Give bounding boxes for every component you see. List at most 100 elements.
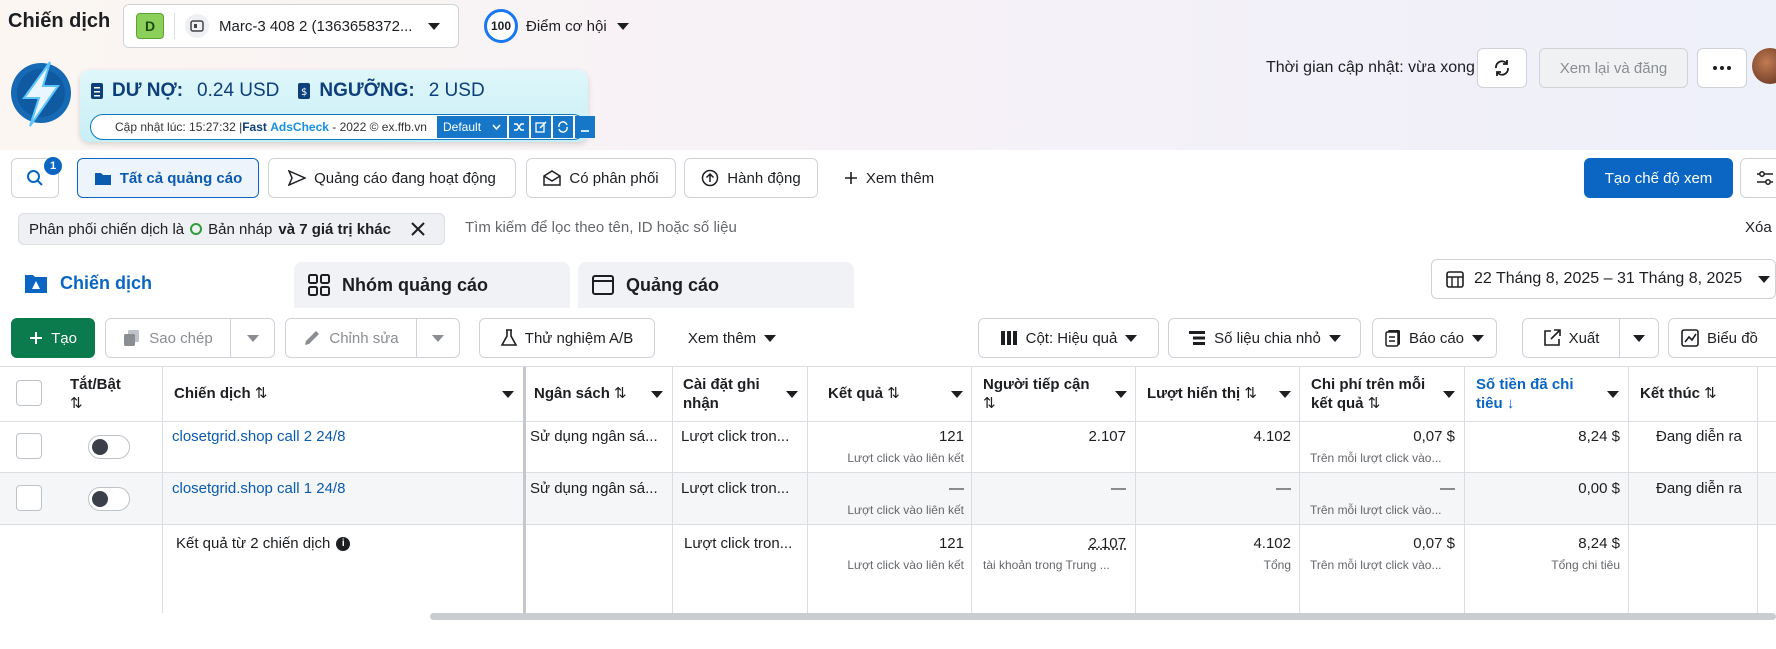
- account-selector[interactable]: D Marc-3 408 2 (1363658372...: [123, 4, 459, 48]
- filter-all-ads[interactable]: Tất cả quảng cáo: [77, 158, 259, 198]
- tab-ads[interactable]: Quảng cáo: [578, 262, 854, 308]
- header-results[interactable]: Kết quả ⇅: [820, 367, 950, 421]
- view-settings-button[interactable]: [1740, 158, 1776, 198]
- filter-more[interactable]: Xem thêm: [834, 158, 944, 198]
- header-impressions[interactable]: Lượt hiển thị ⇅: [1139, 367, 1279, 421]
- clear-filters-link[interactable]: Xóa: [1745, 219, 1772, 236]
- edit-icon[interactable]: [531, 116, 551, 138]
- chevron-down-icon: [1633, 334, 1645, 342]
- export-button[interactable]: Xuất: [1522, 318, 1620, 358]
- breakdown-label: Số liệu chia nhỏ: [1214, 329, 1321, 347]
- shuffle-icon[interactable]: [509, 116, 529, 138]
- reports-button[interactable]: Báo cáo: [1372, 318, 1497, 358]
- cpr-sub: Trên mỗi lượt click vào...: [1310, 503, 1442, 517]
- horizontal-scrollbar[interactable]: [430, 613, 1776, 620]
- header-amount-spent[interactable]: Số tiền đã chi tiêu ↓: [1468, 367, 1598, 421]
- chevron-down-icon[interactable]: [786, 391, 798, 398]
- edit-dropdown[interactable]: [416, 318, 460, 358]
- review-publish-button[interactable]: Xem lại và đăng: [1539, 48, 1688, 88]
- chevron-down-icon[interactable]: [651, 391, 663, 398]
- copy-dropdown[interactable]: [230, 318, 275, 358]
- summary-label-text: Kết quả từ 2 chiến dịch: [176, 535, 331, 552]
- account-name: Marc-3 408 2 (1363658372...: [219, 17, 413, 35]
- sliders-icon: [1757, 171, 1773, 185]
- filter-actions[interactable]: Hành động: [684, 158, 818, 198]
- opportunity-score[interactable]: 100 Điểm cơ hội: [484, 9, 629, 43]
- adscheck-mode-select[interactable]: Default: [437, 116, 507, 138]
- calendar-icon: [1446, 271, 1464, 288]
- copy-button[interactable]: Sao chép: [105, 318, 231, 358]
- arrow-up-circle-icon: [702, 169, 719, 187]
- row-border: [0, 524, 1776, 525]
- filter-chip[interactable]: Phân phối chiến dịch là Bản nháp và 7 gi…: [18, 213, 445, 245]
- info-icon[interactable]: i: [336, 536, 351, 551]
- header-ends[interactable]: Kết thúc ⇅: [1632, 367, 1757, 421]
- filter-search-input[interactable]: Tìm kiếm để lọc theo tên, ID hoặc số liệ…: [465, 219, 737, 236]
- results-cell: —: [949, 480, 964, 497]
- date-range-picker[interactable]: 22 Tháng 8, 2025 – 31 Tháng 8, 2025: [1431, 259, 1776, 299]
- chevron-down-icon: [764, 334, 777, 342]
- sort-icon: ⇅: [1244, 385, 1257, 402]
- columns-button[interactable]: Cột: Hiệu quả: [978, 318, 1159, 358]
- campaign-name-link[interactable]: closetgrid.shop call 1 24/8: [172, 480, 345, 497]
- refresh-button[interactable]: [1477, 48, 1527, 88]
- cpr-cell: 0,07 $: [1413, 428, 1455, 445]
- row-checkbox[interactable]: [16, 433, 42, 459]
- col-divider: [672, 367, 673, 613]
- tab-adsets-label: Nhóm quảng cáo: [342, 274, 489, 295]
- summary-reach-sub: tài khoản trong Trung ...: [983, 558, 1110, 572]
- more-options-button[interactable]: [1697, 48, 1747, 88]
- sort-desc-icon: ↓: [1506, 395, 1515, 412]
- summary-reach[interactable]: 2.107: [976, 535, 1126, 552]
- tab-adsets[interactable]: Nhóm quảng cáo: [294, 262, 570, 308]
- col-divider: [1464, 367, 1465, 613]
- sync-icon[interactable]: [553, 116, 573, 138]
- filter-chip-prefix: Phân phối chiến dịch là: [29, 220, 185, 238]
- toolbar-more[interactable]: Xem thêm: [672, 318, 792, 358]
- header-reach[interactable]: Người tiếp cận ⇅: [975, 367, 1115, 421]
- summary-impressions: 4.102: [1253, 535, 1291, 552]
- export-icon: [1543, 329, 1561, 346]
- select-all-checkbox[interactable]: [16, 380, 42, 406]
- chevron-down-icon[interactable]: [1607, 391, 1619, 398]
- header-toggle[interactable]: Tắt/Bật ⇅: [62, 367, 162, 421]
- ab-test-label: Thử nghiệm A/B: [524, 329, 634, 347]
- chevron-down-icon[interactable]: [1115, 391, 1127, 398]
- budget-cell: Sử dụng ngân sá...: [530, 480, 658, 497]
- chart-button[interactable]: Biểu đồ: [1668, 318, 1776, 358]
- breakdown-icon: [1189, 331, 1206, 345]
- create-view-button[interactable]: Tạo chế độ xem: [1584, 158, 1733, 198]
- chevron-down-icon: [1758, 275, 1771, 283]
- ab-test-button[interactable]: Thử nghiệm A/B: [479, 318, 655, 358]
- header-impressions-label: Lượt hiển thị: [1147, 385, 1241, 402]
- tab-campaigns[interactable]: Chiến dịch: [10, 258, 286, 308]
- columns-icon: [1000, 331, 1017, 345]
- header-campaign[interactable]: Chiến dịch ⇅: [166, 367, 521, 421]
- filter-active-ads[interactable]: Quảng cáo đang hoạt động: [268, 158, 516, 198]
- export-dropdown[interactable]: [1619, 318, 1659, 358]
- minimize-icon[interactable]: [575, 116, 595, 138]
- sort-icon: ⇅: [254, 385, 268, 402]
- summary-spent: 8,24 $: [1578, 535, 1620, 552]
- debt-value: 0.24 USD: [197, 80, 280, 101]
- campaign-folder-icon: [25, 275, 47, 293]
- breakdown-button[interactable]: Số liệu chia nhỏ: [1168, 318, 1361, 358]
- header-bottom-border: [0, 421, 1776, 422]
- header-attribution[interactable]: Cài đặt ghi nhận: [675, 367, 785, 421]
- campaign-toggle[interactable]: [88, 435, 130, 459]
- row-checkbox[interactable]: [16, 485, 42, 511]
- edit-button[interactable]: Chỉnh sửa: [285, 318, 417, 358]
- chevron-down-icon[interactable]: [502, 391, 514, 398]
- campaign-name-link[interactable]: closetgrid.shop call 2 24/8: [172, 428, 345, 445]
- update-time: Thời gian cập nhật: vừa xong: [1266, 59, 1475, 76]
- campaign-toggle[interactable]: [88, 487, 130, 511]
- chevron-down-icon[interactable]: [951, 391, 963, 398]
- filter-has-delivery[interactable]: Có phân phối: [526, 158, 676, 198]
- create-button[interactable]: Tạo: [11, 318, 95, 358]
- chevron-down-icon[interactable]: [1279, 391, 1291, 398]
- filter-chip-value: Bản nháp: [208, 220, 273, 238]
- summary-label: Kết quả từ 2 chiến dịch i: [176, 535, 351, 552]
- header-cost-per-result[interactable]: Chi phí trên mỗi kết quả ⇅: [1303, 367, 1443, 421]
- pencil-icon: [305, 331, 320, 345]
- chevron-down-icon[interactable]: [1443, 391, 1455, 398]
